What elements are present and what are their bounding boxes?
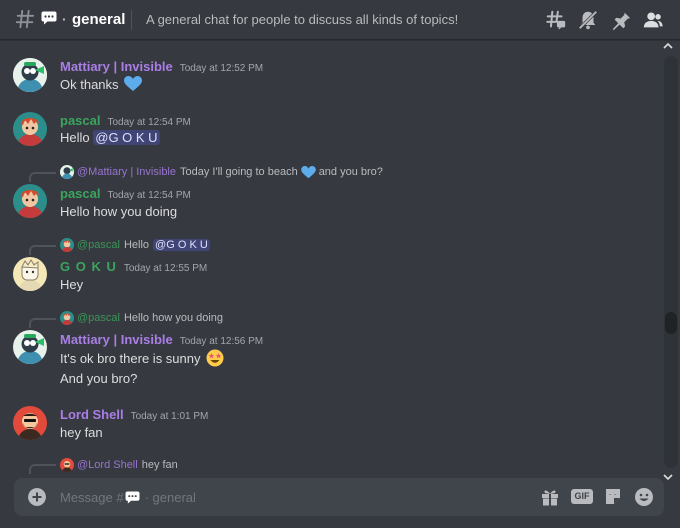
reply-author[interactable]: @pascal	[77, 239, 120, 251]
gif-icon[interactable]: GIF	[571, 489, 593, 504]
gift-icon[interactable]	[540, 487, 560, 507]
message-text: Ok thanks	[60, 76, 143, 92]
username[interactable]: G O K U Today at 12:55 PM	[60, 259, 207, 274]
username[interactable]: Mattiary | Invisible Today at 12:52 PM	[60, 59, 263, 74]
reply-avatar	[60, 458, 74, 472]
username[interactable]: pascal Today at 12:54 PM	[60, 186, 191, 201]
avatar[interactable]	[13, 112, 47, 146]
reply-author[interactable]: @Mattiary | Invisible	[77, 166, 176, 178]
channel-header: · general A general chat for people to d…	[0, 0, 680, 40]
hash-channel-icon	[15, 9, 35, 29]
user-mention[interactable]: @G O K U	[93, 130, 160, 145]
reply-avatar	[60, 238, 74, 252]
message: @pascal Hello how you doing Mattiary | I…	[0, 306, 660, 396]
timestamp: Today at 12:54 PM	[107, 117, 191, 128]
message: @pascal Hello @G O K U G O K U Today at 1…	[0, 233, 660, 303]
member-list-icon[interactable]	[642, 9, 664, 31]
reply-text: hey fan	[141, 459, 178, 471]
scroll-down-arrow-icon[interactable]	[663, 472, 673, 482]
username[interactable]: Mattiary | Invisible Today at 12:56 PM	[60, 332, 263, 347]
message-text: And you bro?	[60, 371, 138, 386]
reply-author[interactable]: @Lord Shell	[77, 459, 138, 471]
message-text: Hey	[60, 277, 84, 292]
message: @Mattiary | Invisible Today I'll going t…	[0, 160, 660, 228]
scroll-up-arrow-icon[interactable]	[663, 41, 673, 51]
avatar[interactable]	[13, 330, 47, 364]
message: pascal Today at 12:54 PM Hello @G O K U	[0, 106, 660, 156]
speech-bubble-icon	[125, 491, 140, 504]
reply-spine	[29, 318, 56, 328]
blue-heart-emoji-icon	[300, 165, 316, 178]
speech-bubble-icon	[41, 11, 57, 25]
avatar[interactable]	[13, 257, 47, 291]
reply-preview[interactable]: @Mattiary | Invisible Today I'll going t…	[60, 165, 383, 179]
notification-bell-muted-icon[interactable]	[577, 9, 599, 31]
message-composer[interactable]: Message # · general GIF	[14, 478, 664, 516]
reply-avatar	[60, 311, 74, 325]
reply-text-suffix: and you bro?	[318, 166, 383, 178]
avatar[interactable]	[13, 58, 47, 92]
timestamp: Today at 12:52 PM	[179, 63, 264, 74]
threads-icon[interactable]	[545, 9, 567, 31]
message-text: Hello @G O K U	[60, 130, 160, 145]
message: Mattiary | Invisible Today at 12:52 PM Ok…	[0, 52, 660, 102]
reply-spine	[29, 172, 56, 182]
message-text: It's ok bro there is sunny	[60, 349, 224, 367]
username[interactable]: Lord Shell Today at 1:01 PM	[60, 407, 208, 422]
sticker-icon[interactable]	[603, 487, 623, 507]
avatar[interactable]	[13, 406, 47, 440]
reply-avatar	[60, 165, 74, 179]
blue-heart-emoji-icon	[124, 76, 143, 91]
reply-preview[interactable]: @Lord Shell hey fan	[60, 458, 178, 472]
scrollbar-thumb[interactable]	[665, 312, 677, 334]
message-input[interactable]: Message # · general	[60, 490, 196, 505]
channel-title: general	[72, 11, 126, 28]
emoji-icon[interactable]	[634, 487, 654, 507]
timestamp: Today at 1:01 PM	[130, 411, 209, 422]
reply-text: Hello	[123, 239, 150, 251]
username[interactable]: pascal Today at 12:54 PM	[60, 113, 191, 128]
timestamp: Today at 12:55 PM	[123, 263, 208, 274]
star-struck-emoji-icon	[206, 349, 224, 367]
message: @Lord Shell hey fan	[0, 452, 660, 478]
reply-spine	[29, 464, 56, 474]
message-text: hey fan	[60, 425, 103, 440]
add-attachment-icon[interactable]	[28, 488, 46, 506]
timestamp: Today at 12:56 PM	[179, 336, 264, 347]
message-text: Hello how you doing	[60, 204, 178, 219]
channel-name-separator: ·	[62, 11, 67, 27]
reply-preview[interactable]: @pascal Hello how you doing	[60, 311, 223, 325]
reply-author[interactable]: @pascal	[77, 312, 120, 324]
timestamp: Today at 12:54 PM	[107, 190, 191, 201]
user-mention[interactable]: @G O K U	[153, 239, 210, 251]
message: Lord Shell Today at 1:01 PM hey fan	[0, 400, 660, 452]
reply-spine	[29, 245, 56, 255]
scrollbar-track[interactable]	[664, 56, 678, 468]
pin-icon[interactable]	[610, 9, 632, 31]
reply-text: Hello how you doing	[123, 312, 224, 324]
reply-text: Today I'll going to beach	[180, 166, 298, 178]
header-divider	[131, 10, 132, 30]
reply-preview[interactable]: @pascal Hello @G O K U	[60, 238, 210, 252]
avatar[interactable]	[13, 184, 47, 218]
channel-topic[interactable]: A general chat for people to discuss all…	[146, 12, 458, 27]
